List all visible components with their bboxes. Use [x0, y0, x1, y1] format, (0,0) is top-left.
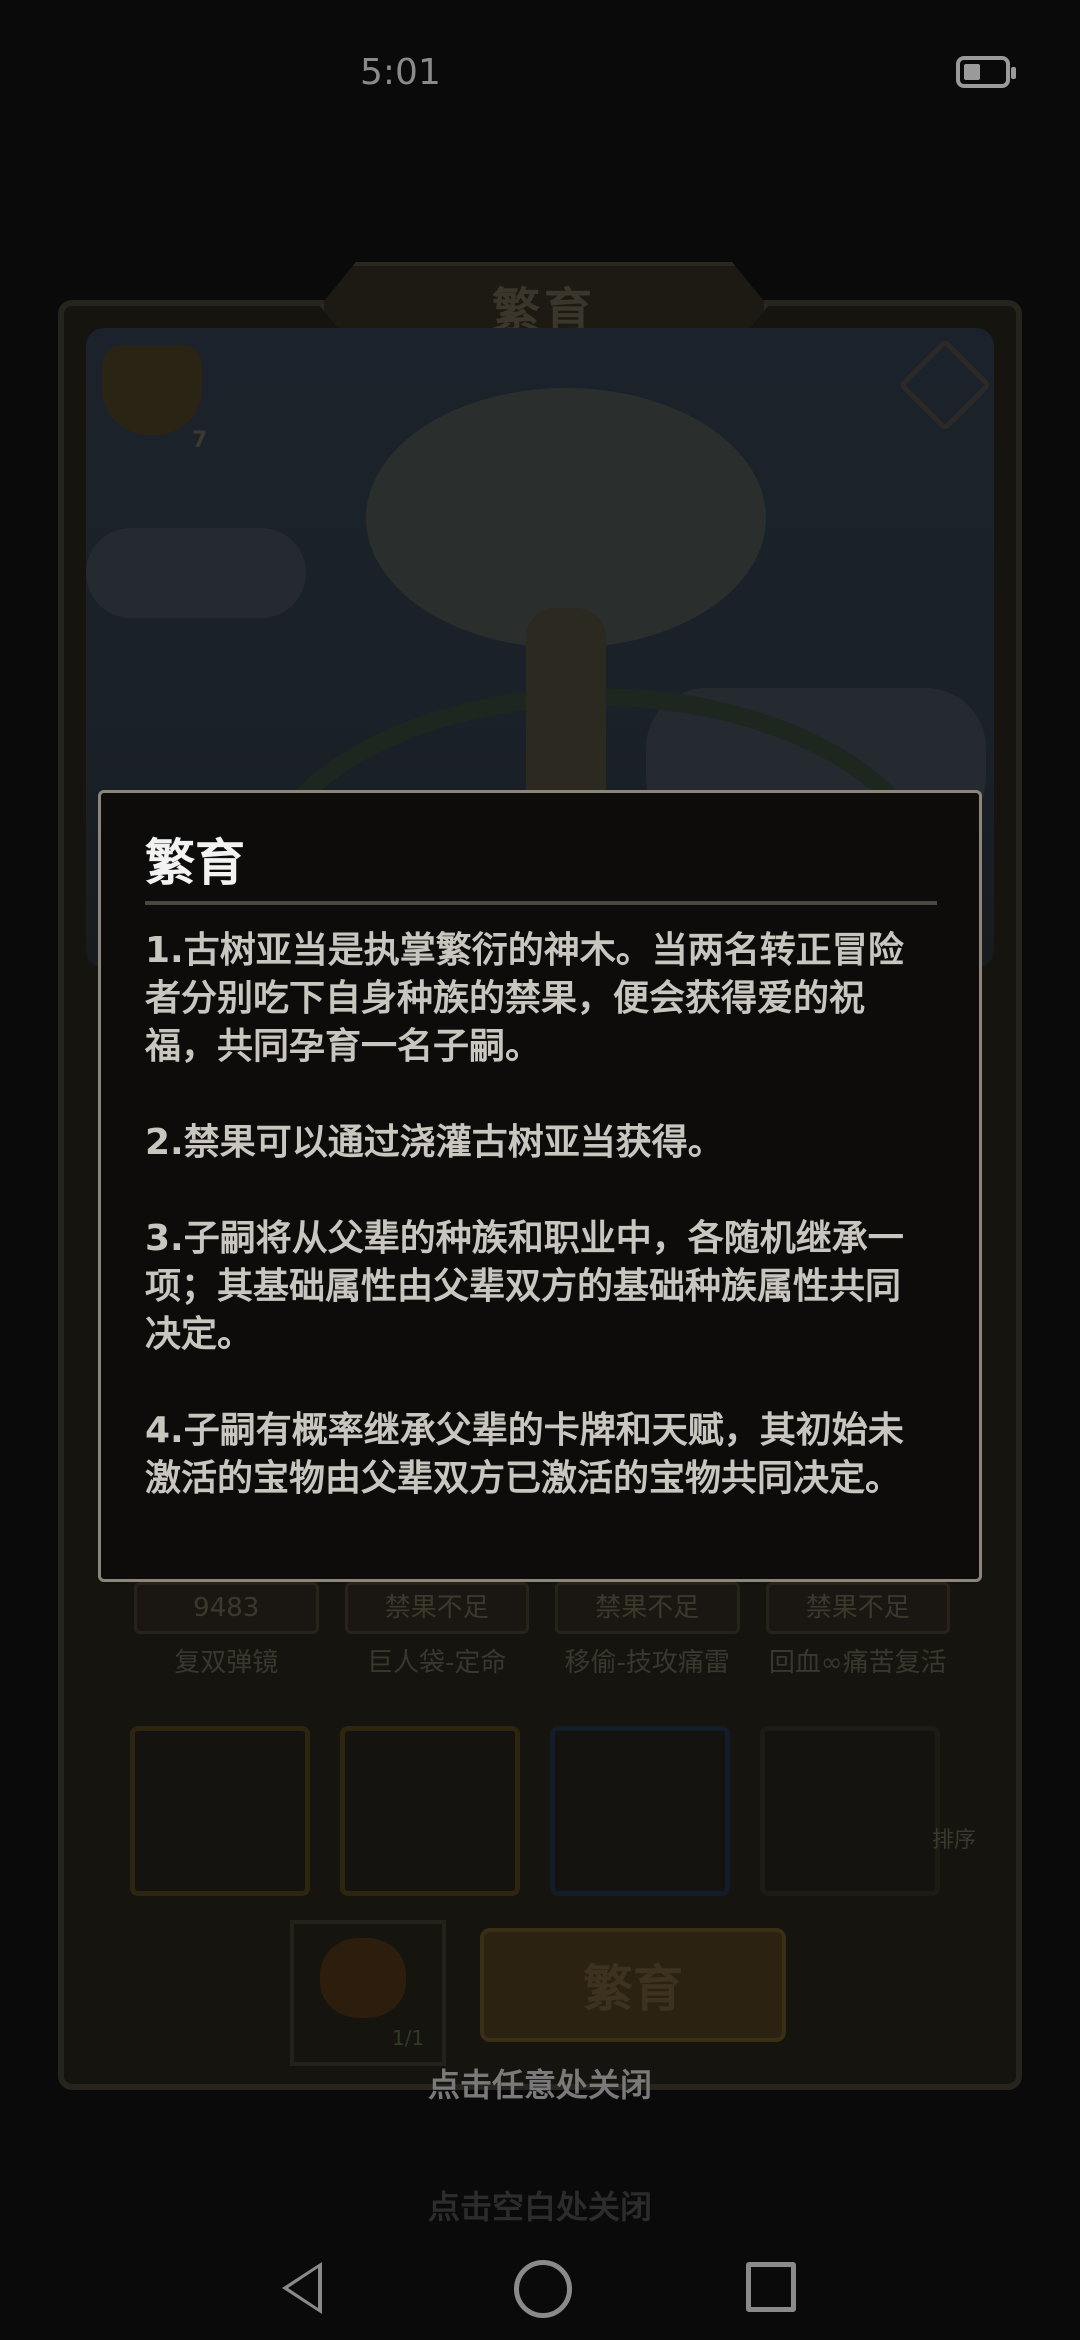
card-name: 移偷-技攻痛雷 — [564, 1648, 730, 1678]
card-name: 巨人袋-定命 — [367, 1648, 507, 1678]
card[interactable] — [130, 1726, 310, 1896]
info-dialog[interactable]: 繁育 1.古树亚当是执掌繁衍的神木。当两名转正冒险者分别吃下自身种族的禁果，便会… — [98, 790, 982, 1582]
slot-count: 1/1 — [392, 2026, 425, 2050]
rule-paragraph: 3.子嗣将从父辈的种族和职业中，各随机继承一项；其基础属性由父辈双方的基础种族属… — [145, 1218, 904, 1355]
dialog-title: 繁育 — [145, 834, 245, 892]
card[interactable] — [340, 1726, 520, 1896]
basket-count: 7 — [192, 428, 208, 453]
fruit-status: 禁果不足 — [344, 1582, 529, 1634]
breed-points: 9483 — [134, 1582, 319, 1634]
card-labels: 9483 复双弹镜 禁果不足 巨人袋-定命 禁果不足 移偷-技攻痛雷 禁果不足 … — [134, 1582, 950, 1679]
close-hint-background: 点击空白处关闭 — [427, 2188, 652, 2226]
close-hint[interactable]: 点击任意处关闭 — [0, 2060, 1080, 2106]
card[interactable] — [550, 1726, 730, 1896]
back-icon-inner — [288, 2268, 318, 2308]
clock: 5:01 — [360, 52, 441, 93]
status-bar: 5:01 — [0, 0, 1080, 150]
card-name: 复双弹镜 — [174, 1648, 279, 1678]
home-icon[interactable] — [514, 2260, 572, 2318]
dialog-body: 1.古树亚当是执掌繁衍的神木。当两名转正冒险者分别吃下自身种族的禁果，便会获得爱… — [145, 927, 935, 1503]
fruit-status: 禁果不足 — [555, 1582, 740, 1634]
recents-icon[interactable] — [746, 2262, 796, 2312]
rule-paragraph: 1.古树亚当是执掌繁衍的神木。当两名转正冒险者分别吃下自身种族的禁果，便会获得爱… — [145, 930, 904, 1067]
sort-button[interactable]: 排序 — [866, 1822, 976, 1892]
fruit-status: 禁果不足 — [765, 1582, 950, 1634]
rule-paragraph: 4.子嗣有概率继承父辈的卡牌和天赋，其初始未激活的宝物由父辈双方已激活的宝物共同… — [145, 1410, 904, 1499]
fruit-basket-icon[interactable] — [102, 345, 202, 435]
breed-button[interactable]: 繁育 — [480, 1928, 786, 2042]
battery-icon — [956, 56, 1016, 88]
card-row — [130, 1726, 950, 1896]
pumpkin-icon — [320, 1938, 406, 2018]
rule-paragraph: 2.禁果可以通过浇灌古树亚当获得。 — [145, 1122, 724, 1163]
card-name: 回血∞痛苦复活 — [768, 1648, 947, 1678]
divider — [145, 901, 937, 905]
